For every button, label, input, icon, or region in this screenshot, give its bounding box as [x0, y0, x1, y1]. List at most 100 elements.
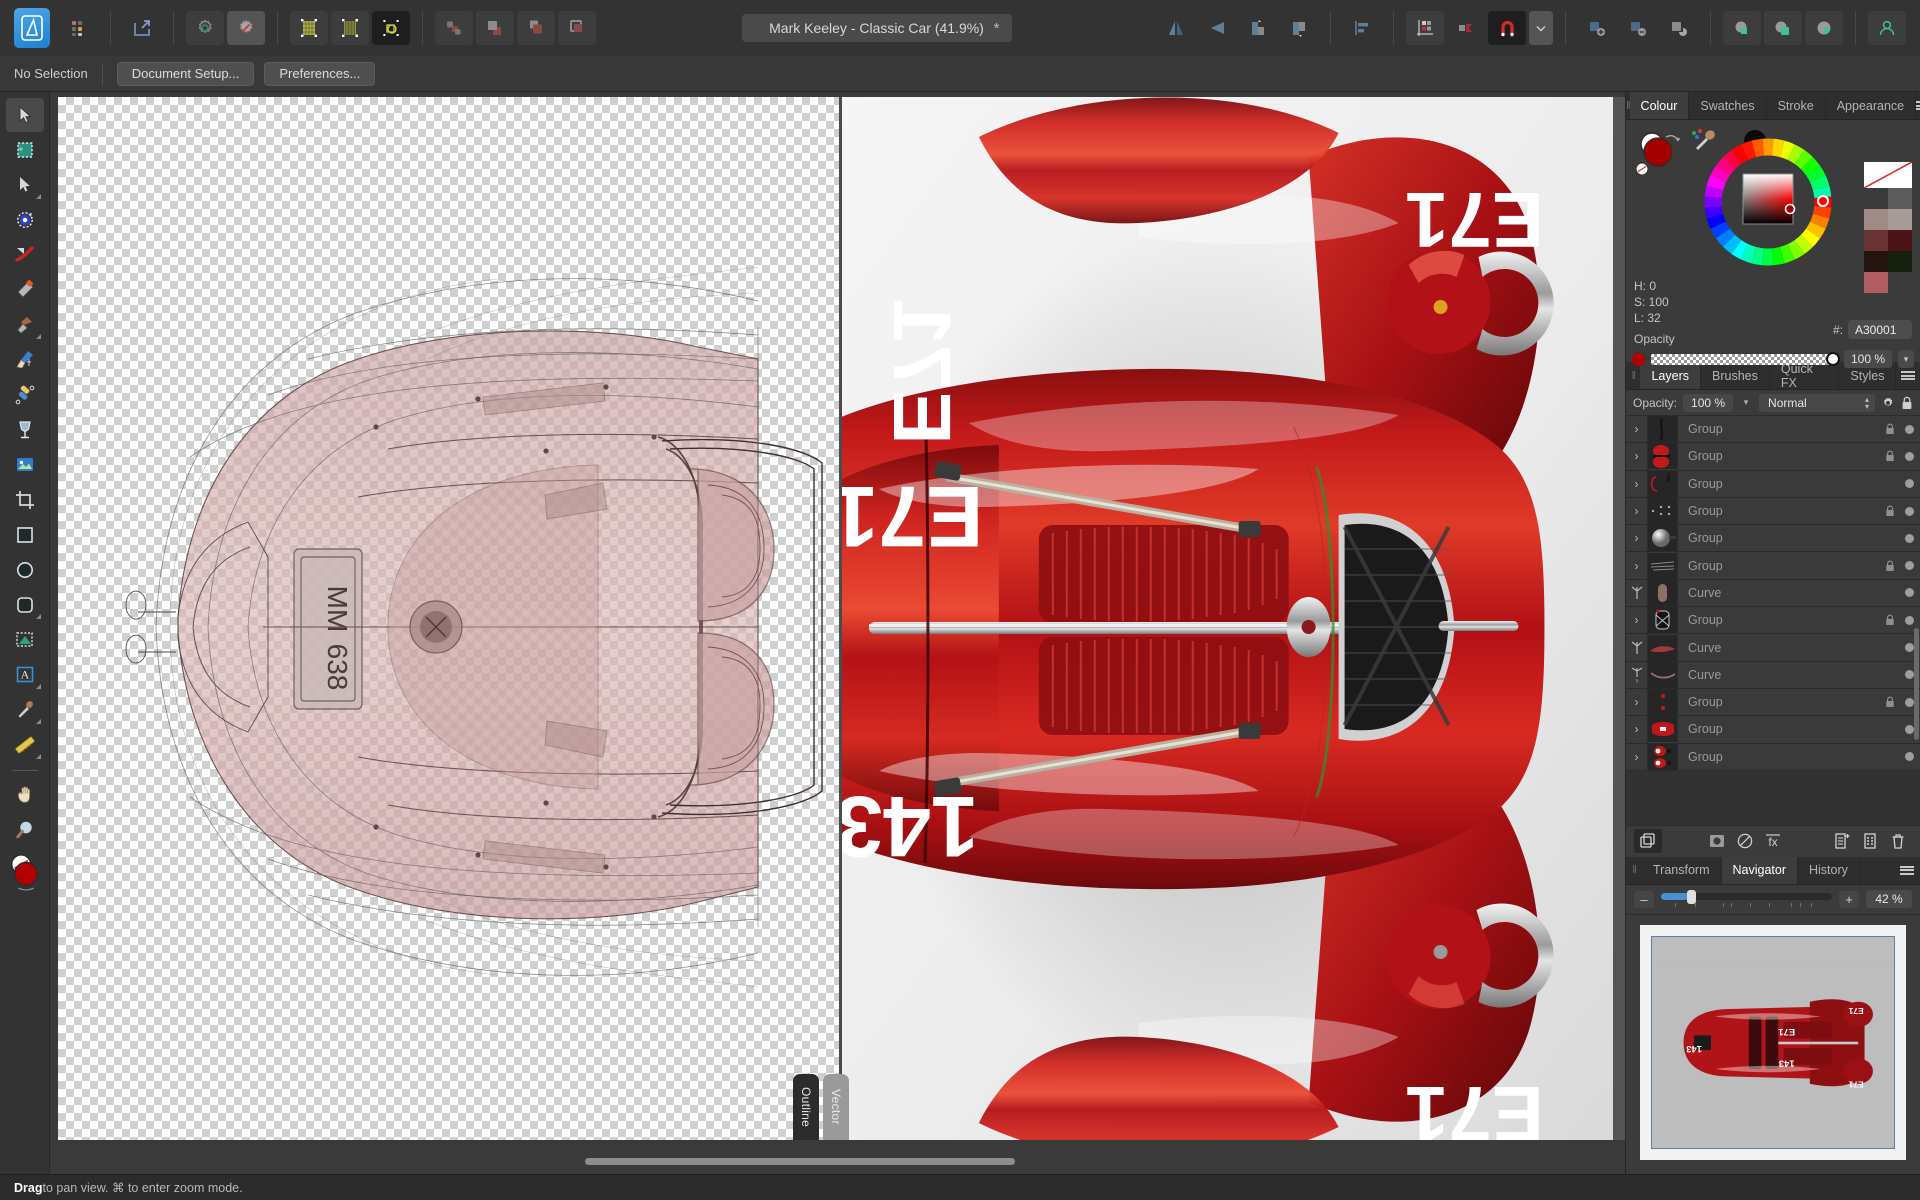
preferences-button[interactable]: Preferences... — [264, 62, 375, 86]
tab-swatches[interactable]: Swatches — [1689, 92, 1766, 119]
layers-scrollbar[interactable] — [1914, 628, 1919, 740]
document-canvas[interactable]: MM 638 — [58, 97, 1625, 1140]
recent-swatches[interactable] — [1864, 162, 1912, 293]
table-row[interactable]: Curve — [1626, 580, 1920, 607]
divide-node-button[interactable] — [1660, 11, 1698, 45]
swatch-7[interactable] — [1888, 251, 1912, 272]
table-row[interactable]: › Group — [1626, 552, 1920, 579]
swatch-2[interactable] — [1864, 209, 1888, 230]
artboard-tool[interactable] — [6, 133, 44, 167]
navigator-panel-menu-icon[interactable] — [1894, 857, 1920, 884]
align-button[interactable] — [1343, 11, 1381, 45]
zoom-tool[interactable] — [6, 813, 44, 847]
pen-tool[interactable] — [6, 273, 44, 307]
flip-horizontal-button[interactable] — [1157, 11, 1195, 45]
boolean-intersect-button[interactable] — [517, 11, 555, 45]
account-button[interactable] — [1868, 11, 1906, 45]
layer-visibility-toggle[interactable] — [1898, 425, 1920, 434]
delete-layer-button[interactable] — [1884, 829, 1912, 853]
vector-brush-tool[interactable] — [6, 378, 44, 412]
layer-lock-icon[interactable] — [1882, 450, 1898, 462]
layer-visibility-toggle[interactable] — [1898, 479, 1920, 488]
table-row[interactable]: › Group — [1626, 607, 1920, 634]
expand-chevron-right-icon[interactable]: › — [1626, 607, 1648, 633]
vector-tab[interactable]: Vector — [823, 1074, 849, 1140]
canvas-horizontal-scrollbar[interactable] — [50, 1158, 1625, 1165]
disable-settings-button[interactable] — [227, 11, 265, 45]
subtract-node-button[interactable] — [1619, 11, 1657, 45]
rounded-rectangle-tool[interactable] — [6, 588, 44, 622]
expand-chevron-right-icon[interactable]: › — [1626, 525, 1648, 551]
rotate-cw-button[interactable] — [1280, 11, 1318, 45]
table-row[interactable]: › Group — [1626, 498, 1920, 525]
opacity-slider[interactable] — [1651, 354, 1838, 365]
table-row[interactable]: › Curve — [1626, 662, 1920, 689]
zoom-out-button[interactable]: – — [1634, 891, 1654, 908]
layer-visibility-toggle[interactable] — [1898, 752, 1920, 761]
snapping-candidates-button[interactable] — [1447, 11, 1485, 45]
table-row[interactable]: › Group — [1626, 744, 1920, 771]
table-row[interactable]: › Group — [1626, 689, 1920, 716]
expand-chevron-right-icon[interactable]: › — [1626, 471, 1648, 497]
move-tool[interactable] — [6, 98, 44, 132]
expand-chevron-right-icon[interactable]: › — [1626, 443, 1648, 469]
swatch-5[interactable] — [1888, 230, 1912, 251]
swatch-0[interactable] — [1864, 188, 1888, 209]
flip-vertical-button[interactable] — [1198, 11, 1236, 45]
canvas-area[interactable]: MM 638 — [50, 92, 1625, 1174]
enable-snapping-button[interactable] — [1488, 11, 1526, 45]
layer-lock-icon[interactable] — [1882, 560, 1898, 572]
opacity-value[interactable]: 100 % — [1844, 350, 1892, 368]
layers-list[interactable]: › Group › Group › Group — [1626, 416, 1920, 825]
affinity-logo-icon[interactable] — [14, 8, 50, 48]
grid-axis-button[interactable] — [1406, 11, 1444, 45]
boolean-subtract-button[interactable] — [476, 11, 514, 45]
hex-field-group[interactable]: #: A30001 — [1833, 320, 1912, 339]
add-node-button[interactable] — [1578, 11, 1616, 45]
corner-tool[interactable] — [6, 203, 44, 237]
blend-mode-stepper-icon[interactable]: ▴▾ — [1865, 396, 1869, 410]
swatch-none[interactable] — [1864, 162, 1912, 188]
rotate-ccw-button[interactable] — [1239, 11, 1277, 45]
export-persona-button[interactable] — [123, 11, 161, 45]
opacity-slider-row[interactable]: 100 % ▾ — [1632, 350, 1914, 368]
show-settings-button[interactable] — [186, 11, 224, 45]
expand-chevron-right-icon[interactable]: › — [1626, 498, 1648, 524]
fill-tool[interactable] — [6, 308, 44, 342]
measure-tool[interactable] — [6, 728, 44, 762]
boolean-xor-button[interactable] — [558, 11, 596, 45]
zoom-slider-knob[interactable] — [1687, 890, 1696, 904]
table-row[interactable]: › Group — [1626, 471, 1920, 498]
tab-stroke[interactable]: Stroke — [1767, 92, 1826, 119]
layer-visibility-toggle[interactable] — [1898, 616, 1920, 625]
layer-lock-icon[interactable] — [1882, 696, 1898, 708]
layer-opacity-value[interactable]: 100 % — [1683, 394, 1733, 412]
expand-chevron-right-icon[interactable]: › — [1626, 552, 1648, 578]
expand-chevron-right-icon[interactable]: › — [1626, 744, 1648, 770]
layers-settings-gear-icon[interactable] — [1881, 396, 1895, 410]
hex-input[interactable]: A30001 — [1848, 320, 1912, 339]
table-row[interactable]: › Group — [1626, 416, 1920, 443]
export-persona-button-2[interactable] — [1805, 11, 1843, 45]
opacity-chevron-down-icon[interactable]: ▾ — [1898, 350, 1914, 368]
boolean-divide-button[interactable] — [435, 11, 473, 45]
pixel-persona-button[interactable] — [1764, 11, 1802, 45]
crop-tool[interactable] — [6, 483, 44, 517]
blend-mode-select[interactable]: Normal ▴▾ — [1759, 394, 1875, 412]
document-title-bar[interactable]: Mark Keeley - Classic Car (41.9%) * — [742, 14, 1012, 42]
colour-panel-menu-icon[interactable] — [1916, 92, 1920, 119]
zoom-level-value[interactable]: 42 % — [1866, 890, 1912, 908]
layer-lock-icon[interactable] — [1882, 505, 1898, 517]
table-row[interactable]: › Group — [1626, 716, 1920, 743]
tab-history[interactable]: History — [1798, 857, 1860, 884]
paint-brush-tool[interactable] — [6, 343, 44, 377]
layer-visibility-toggle[interactable] — [1898, 534, 1920, 543]
layer-visibility-toggle[interactable] — [1898, 507, 1920, 516]
pixel-view-button[interactable] — [290, 11, 328, 45]
live-filter-button[interactable]: fx — [1759, 829, 1787, 853]
scrollbar-thumb[interactable] — [585, 1158, 1015, 1165]
table-row[interactable]: Curve — [1626, 634, 1920, 661]
add-layer-button[interactable] — [1828, 829, 1856, 853]
layer-opacity-chevron-down-icon[interactable]: ▾ — [1739, 394, 1753, 412]
tab-transform[interactable]: Transform — [1642, 857, 1722, 884]
